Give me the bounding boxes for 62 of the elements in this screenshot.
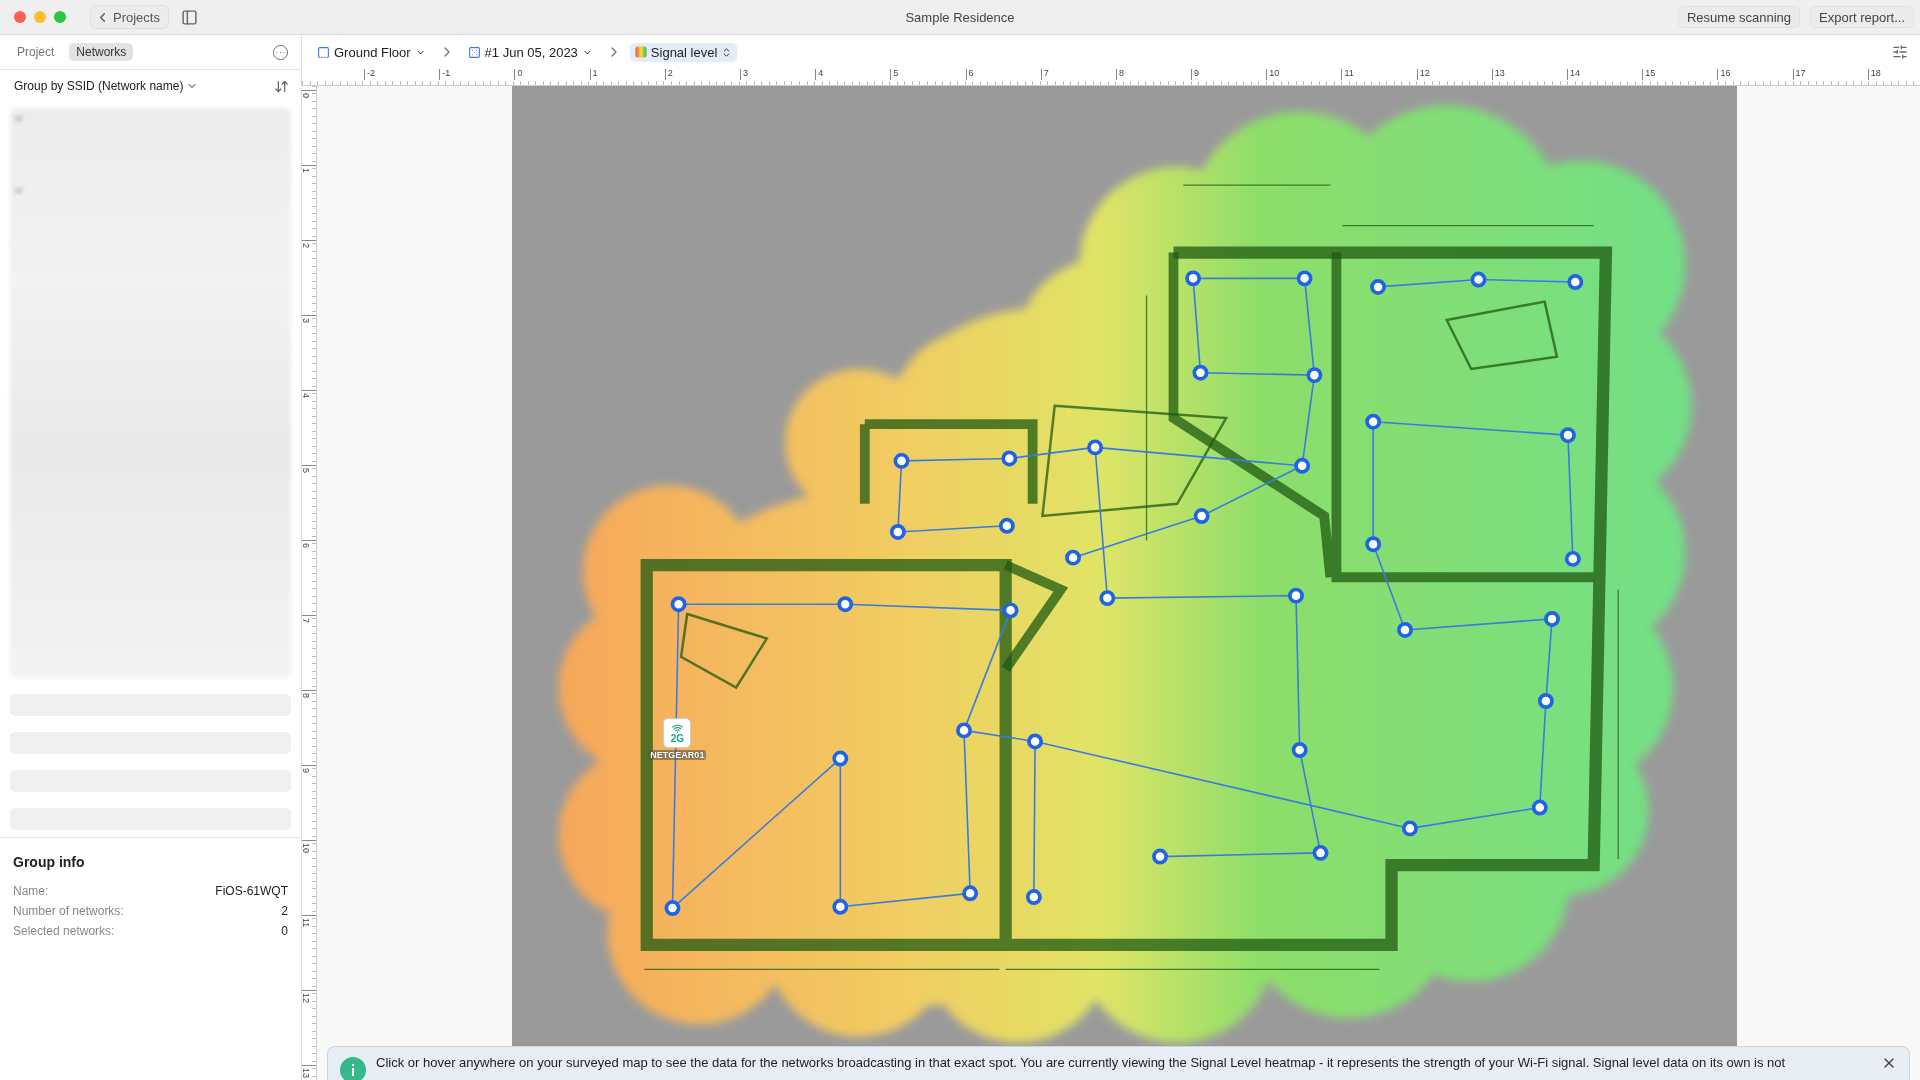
ruler-label: 8 — [1115, 69, 1192, 80]
ruler-label: 13 — [301, 1068, 311, 1078]
info-label: Selected networks: — [13, 924, 115, 938]
dice-icon — [467, 45, 481, 59]
ruler-label: 4 — [301, 393, 311, 398]
ruler-label: 3 — [301, 318, 311, 323]
ruler-label: 12 — [1416, 69, 1492, 80]
group-by-dropdown[interactable]: Group by SSID (Network name) — [14, 79, 199, 93]
banner-text: Click or hover anywhere on your surveyed map to see the data for the networks broadcasting in that exact spot. You are currently viewing the Signal Level heatmap - it represents the strength of your Wi-Fi signal. Signal level data on its own is not — [376, 1055, 1787, 1070]
group-info-title: Group info — [13, 854, 86, 870]
ruler-label: 10 — [301, 843, 311, 853]
ruler-label: 16 — [1717, 69, 1793, 80]
ruler-label: 12 — [301, 993, 311, 1003]
info-label: Name: — [13, 884, 49, 898]
breadcrumb-item[interactable]: #1 Jun 05, 2023 — [462, 42, 598, 62]
info-icon — [340, 1057, 366, 1080]
ruler-label: 13 — [1491, 69, 1567, 80]
info-value: FiOS-61WQT — [215, 884, 288, 898]
sidebar-tab[interactable]: Project — [10, 43, 62, 61]
toolbar-button[interactable]: Resume scanning — [1677, 6, 1800, 28]
gradient-square-icon — [634, 46, 647, 58]
window-title: Sample Residence — [905, 9, 1015, 25]
ruler-label: 3 — [739, 69, 816, 80]
ruler-label: 17 — [1792, 69, 1868, 80]
back-button[interactable]: Projects — [90, 5, 169, 29]
ruler-label: 18 — [1867, 69, 1920, 80]
ruler-label: 11 — [1341, 69, 1417, 80]
toolbar-button[interactable]: Export report... — [1810, 6, 1914, 28]
ruler-label: 7 — [301, 618, 311, 623]
breadcrumb-item[interactable]: Signal level — [629, 42, 738, 62]
ruler-label: -1 — [439, 69, 515, 80]
settings-icon[interactable] — [1890, 42, 1910, 62]
info-label: Number of networks: — [13, 904, 124, 918]
info-value: 2 — [281, 904, 288, 918]
wifi-icon — [671, 722, 683, 734]
ruler-label: 14 — [1567, 69, 1643, 80]
ruler-label: 1 — [301, 168, 311, 173]
ruler-label: 1 — [589, 69, 665, 80]
sidebar-tab[interactable]: Networks — [69, 43, 134, 61]
ruler-label: 6 — [301, 543, 311, 548]
ruler-label: 15 — [1642, 69, 1718, 80]
ruler-label: 5 — [890, 69, 966, 80]
ruler-label: 9 — [1191, 69, 1267, 80]
ruler-label: 2 — [301, 243, 311, 248]
ruler-label: 6 — [965, 69, 1041, 80]
info-value: 0 — [281, 924, 288, 938]
zoom-window-button[interactable] — [54, 11, 66, 23]
band-label: 2G — [670, 733, 685, 744]
ruler-label: 8 — [301, 693, 311, 698]
ruler-label: 0 — [514, 69, 590, 80]
breadcrumb-item[interactable]: Ground Floor — [312, 42, 431, 62]
close-window-button[interactable] — [14, 11, 26, 23]
ruler-label: 0 — [301, 93, 311, 98]
ruler-label: 2 — [664, 69, 740, 80]
ruler-label: 9 — [301, 768, 311, 773]
ruler-label: -2 — [364, 69, 440, 80]
ruler-label: 4 — [815, 69, 891, 80]
ruler-label: 7 — [1040, 69, 1116, 80]
ruler-label: 11 — [301, 918, 311, 928]
ruler-label: 5 — [301, 468, 311, 473]
floor-plan-icon — [317, 45, 330, 59]
ruler-label: 10 — [1266, 69, 1342, 80]
